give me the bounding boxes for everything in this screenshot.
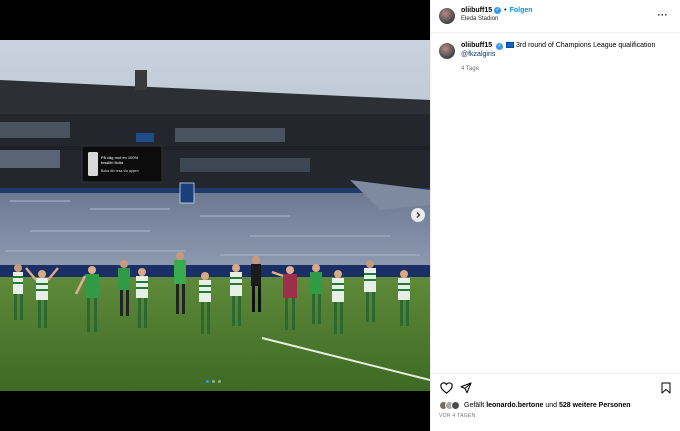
likes-prefix: Gefällt: [464, 402, 485, 409]
verified-badge-icon: ✓: [496, 43, 504, 50]
bookmark-icon: [661, 382, 671, 394]
scoreboard-line-2: fossilfri flotta: [101, 160, 124, 165]
caption-username[interactable]: oliibuff15: [461, 42, 492, 49]
caption: oliibuff15 ✓ 3rd round of Champions Leag…: [431, 33, 680, 74]
post-actions: Gefällt leonardo.bertone und 528 weitere…: [431, 373, 680, 431]
heart-icon: [439, 382, 453, 394]
media-pane: På väg mot en 100% fossilfri flotta Boka…: [0, 0, 430, 431]
save-button[interactable]: [659, 381, 673, 395]
caption-text: 3rd round of Champions League qualificat…: [516, 42, 656, 49]
liker-avatars: [439, 401, 460, 410]
action-row: [431, 374, 680, 396]
caption-time-ago: 4 Tage: [461, 66, 479, 72]
author-avatar[interactable]: [439, 8, 455, 24]
post-photo[interactable]: På väg mot en 100% fossilfri flotta Boka…: [0, 40, 430, 391]
carousel-next-button[interactable]: [411, 208, 425, 222]
chevron-right-icon: [416, 212, 421, 218]
liker-avatar[interactable]: [451, 401, 460, 410]
post-location[interactable]: Eleda Stadion: [461, 15, 533, 24]
separator: •: [504, 7, 507, 14]
verified-badge-icon: ✓: [494, 7, 502, 14]
follow-button[interactable]: Folgen: [510, 6, 533, 15]
likes-conjunction: und: [545, 402, 558, 409]
paper-plane-icon: [460, 382, 472, 394]
caption-mention[interactable]: @fkzalgiris: [461, 51, 495, 58]
post-side-panel: oliibuff15 ✓ • Folgen Eleda Stadion ··· …: [430, 0, 680, 431]
carousel-dot: [212, 380, 215, 383]
caption-avatar[interactable]: [439, 43, 455, 59]
carousel-dots: [206, 380, 221, 383]
likes-summary: Gefällt leonardo.bertone und 528 weitere…: [431, 396, 680, 410]
likes-user[interactable]: leonardo.bertone: [486, 402, 543, 409]
author-username[interactable]: oliibuff15: [461, 6, 492, 15]
stadium-photo: På väg mot en 100% fossilfri flotta Boka…: [0, 40, 430, 391]
like-button[interactable]: [439, 381, 453, 395]
carousel-dot: [206, 380, 209, 383]
post-date: VOR 4 TAGEN: [439, 413, 476, 419]
flag-emoji-icon: [506, 42, 515, 48]
more-options-icon[interactable]: ···: [658, 10, 669, 20]
carousel-dot: [218, 380, 221, 383]
post-header: oliibuff15 ✓ • Folgen Eleda Stadion ···: [431, 0, 680, 33]
scoreboard-line-3: Boka din resa via appen: [101, 169, 139, 173]
share-button[interactable]: [459, 381, 473, 395]
likes-others[interactable]: 528 weitere Personen: [559, 402, 631, 409]
